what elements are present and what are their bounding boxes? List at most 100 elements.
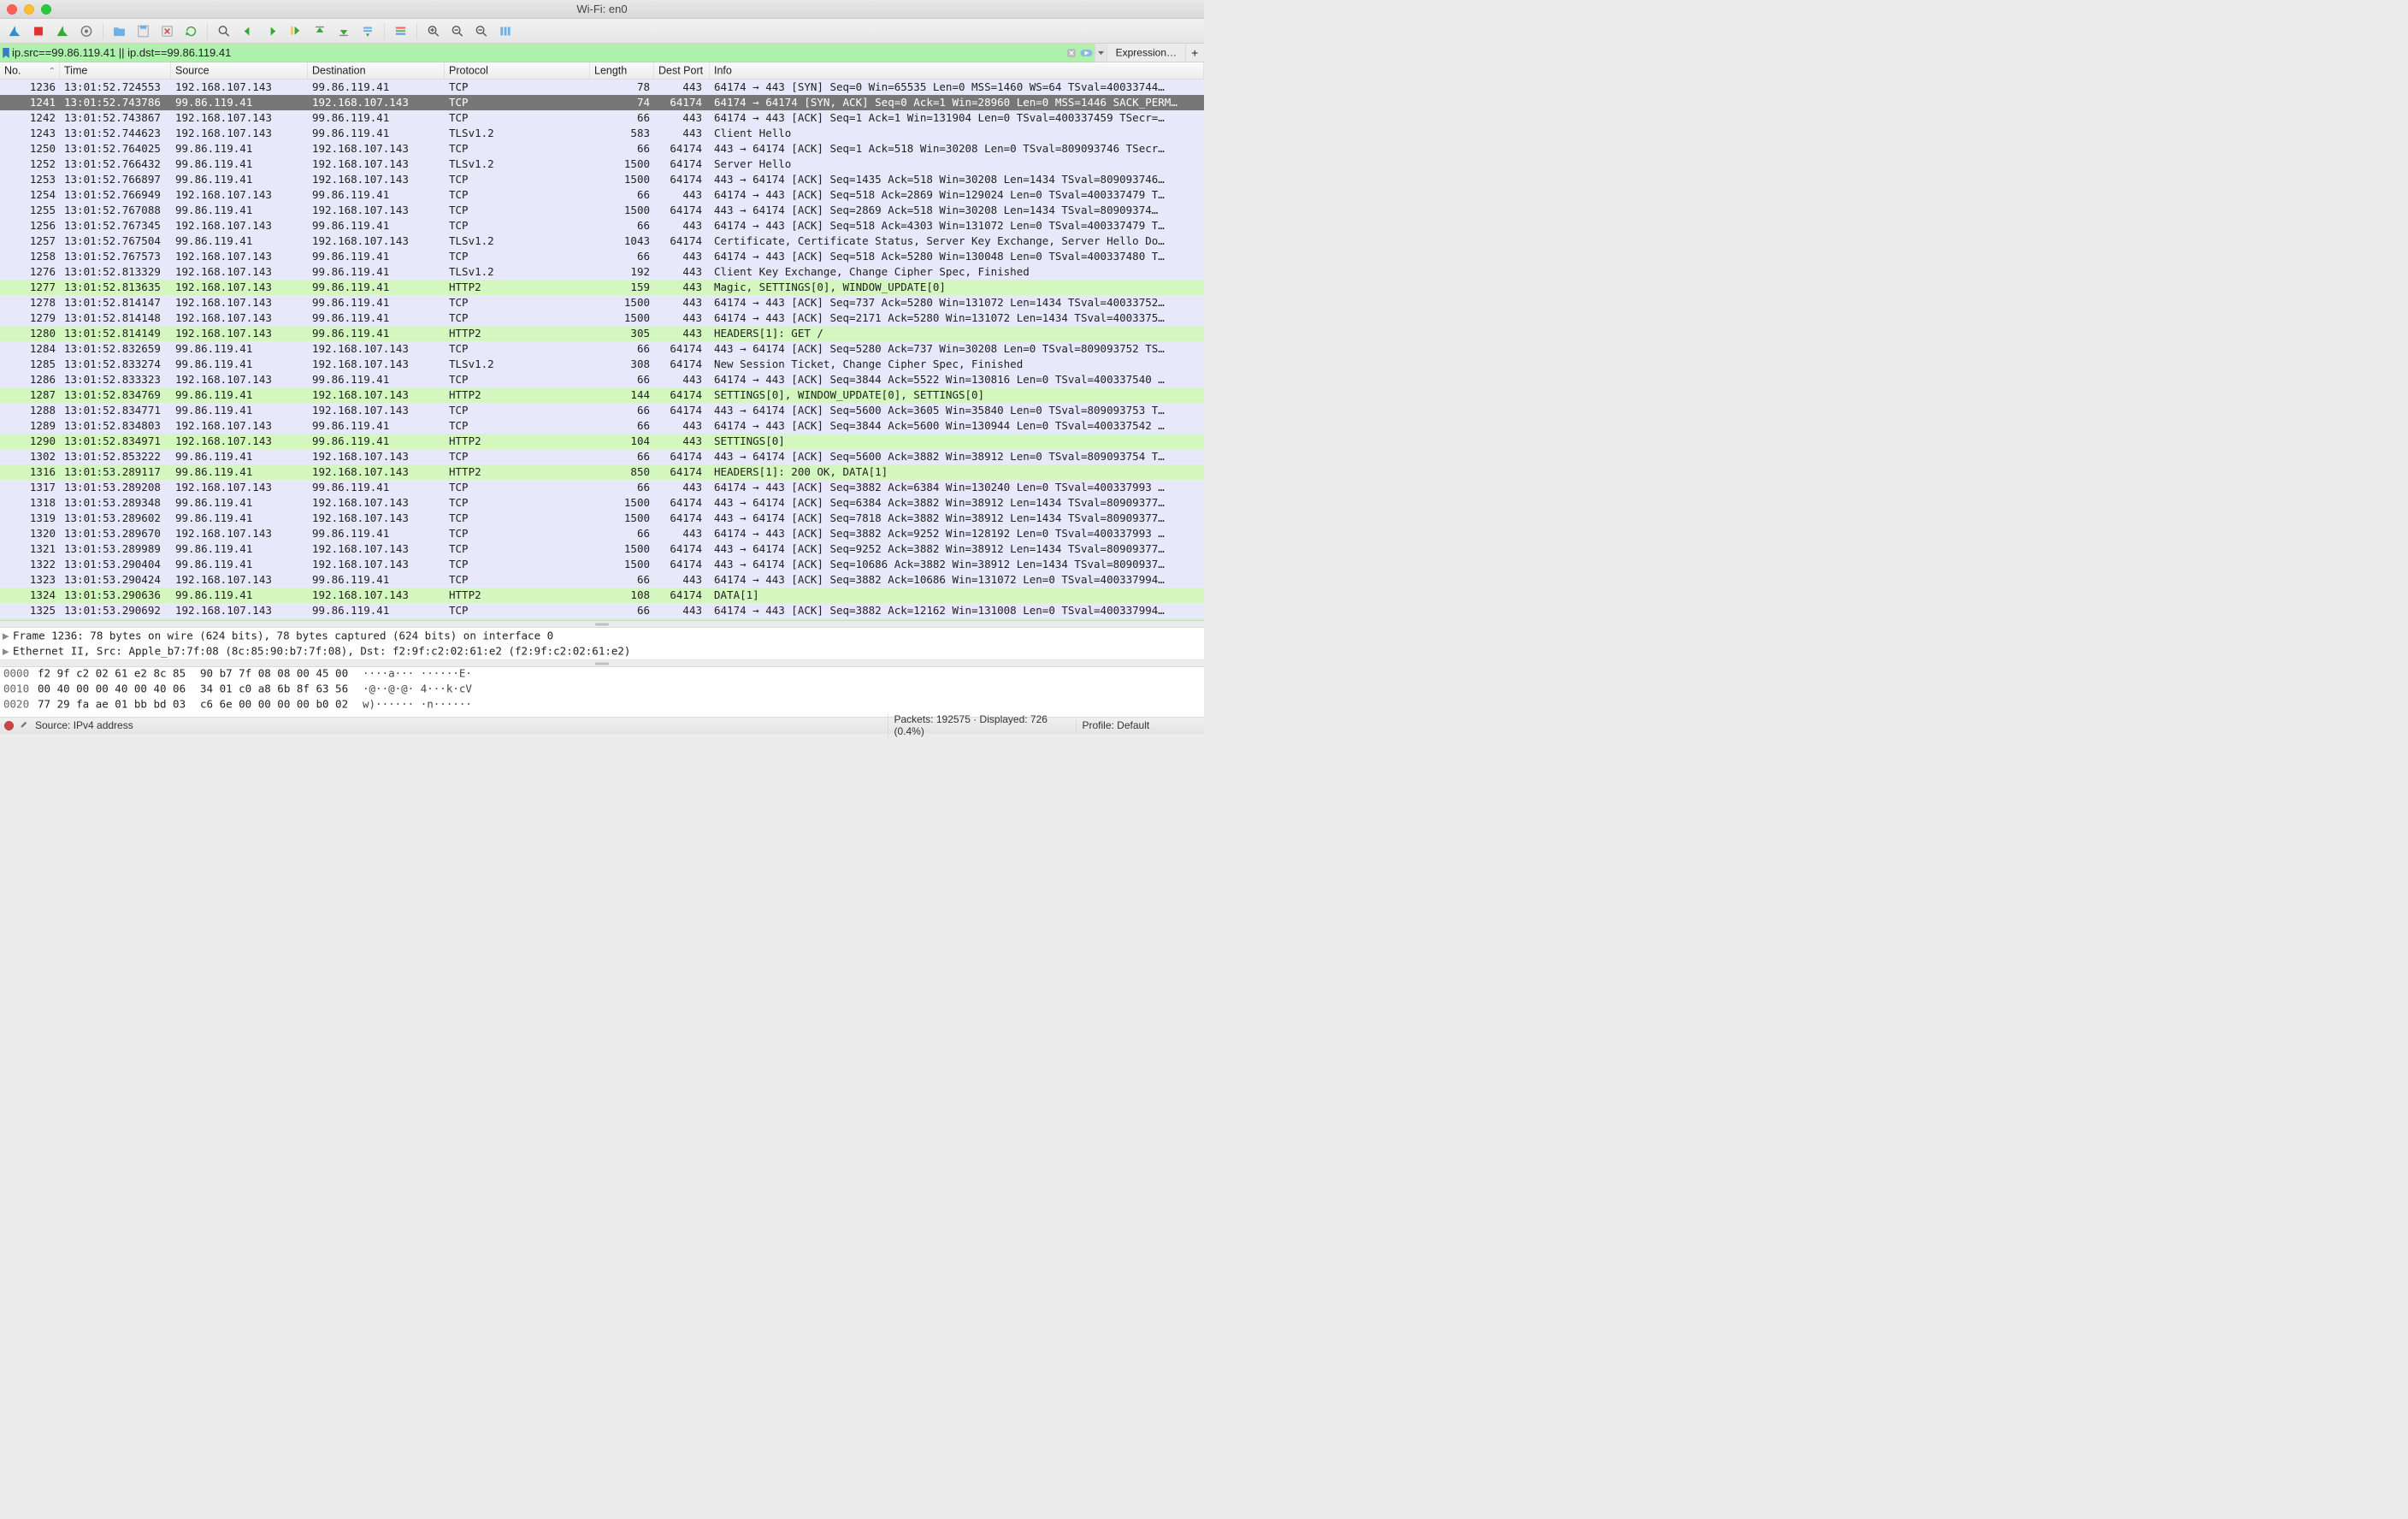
hex-line[interactable]: 002077 29 fa ae 01 bb bd 03c6 6e 00 00 0… [0,698,1204,713]
go-forward-button[interactable] [261,21,283,41]
packet-row[interactable]: 127713:01:52.813635192.168.107.14399.86.… [0,280,1204,295]
packet-list-pane[interactable]: 123613:01:52.724553192.168.107.14399.86.… [0,80,1204,621]
packet-row[interactable]: 125213:01:52.76643299.86.119.41192.168.1… [0,157,1204,172]
display-filter-input[interactable] [12,46,1064,60]
packet-row[interactable]: 124313:01:52.744623192.168.107.14399.86.… [0,126,1204,141]
filter-clear-button[interactable] [1064,48,1079,58]
status-profile[interactable]: Profile: Default [1076,719,1204,731]
packet-row[interactable]: 129013:01:52.834971192.168.107.14399.86.… [0,434,1204,449]
filter-bookmark-icon[interactable] [0,48,12,58]
column-header-length[interactable]: Length [590,62,654,80]
packet-row[interactable]: 125513:01:52.76708899.86.119.41192.168.1… [0,203,1204,218]
packet-row[interactable]: 128413:01:52.83265999.86.119.41192.168.1… [0,341,1204,357]
auto-scroll-button[interactable] [357,21,379,41]
cell-protocol: TCP [445,249,590,264]
packet-row[interactable]: 132113:01:53.28998999.86.119.41192.168.1… [0,541,1204,557]
expert-info-button[interactable] [4,721,14,730]
packet-row[interactable]: 128013:01:52.814149192.168.107.14399.86.… [0,326,1204,341]
packet-row[interactable]: 132313:01:53.290424192.168.107.14399.86.… [0,572,1204,588]
go-to-first-button[interactable] [309,21,331,41]
zoom-out-button[interactable] [446,21,469,41]
packet-row[interactable]: 132213:01:53.29040499.86.119.41192.168.1… [0,557,1204,572]
packet-row[interactable]: 132713:01:53.29173199.86.119.41192.168.1… [0,618,1204,621]
packet-row[interactable]: 128813:01:52.83477199.86.119.41192.168.1… [0,403,1204,418]
column-header-protocol[interactable]: Protocol [445,62,590,80]
capture-options-button[interactable] [75,21,97,41]
detail-row[interactable]: ▶Ethernet II, Src: Apple_b7:7f:08 (8c:85… [0,643,1204,659]
open-file-button[interactable] [109,21,131,41]
find-packet-button[interactable] [213,21,235,41]
hex-line[interactable]: 0000f2 9f c2 02 61 e2 8c 8590 b7 7f 08 0… [0,667,1204,683]
column-header-time[interactable]: Time [60,62,171,80]
packet-row[interactable]: 128513:01:52.83327499.86.119.41192.168.1… [0,357,1204,372]
disclosure-triangle-icon[interactable]: ▶ [3,629,10,642]
column-header-destination[interactable]: Destination [308,62,445,80]
packet-row[interactable]: 127913:01:52.814148192.168.107.14399.86.… [0,310,1204,326]
packet-row[interactable]: 132013:01:53.289670192.168.107.14399.86.… [0,526,1204,541]
packet-row[interactable]: 125713:01:52.76750499.86.119.41192.168.1… [0,233,1204,249]
edit-capture-comment-button[interactable] [20,719,29,732]
cell-time: 13:01:52.766897 [60,172,171,187]
packet-details-pane[interactable]: ▶Frame 1236: 78 bytes on wire (624 bits)… [0,628,1204,660]
packet-row[interactable]: 127613:01:52.813329192.168.107.14399.86.… [0,264,1204,280]
restart-capture-button[interactable] [51,21,74,41]
go-to-packet-button[interactable] [285,21,307,41]
packet-row[interactable]: 125613:01:52.767345192.168.107.14399.86.… [0,218,1204,233]
zoom-reset-button[interactable] [470,21,493,41]
close-window-button[interactable] [7,4,17,15]
packet-row[interactable]: 128713:01:52.83476999.86.119.41192.168.1… [0,387,1204,403]
resize-columns-button[interactable] [494,21,516,41]
close-file-button[interactable] [156,21,179,41]
go-to-last-button[interactable] [333,21,355,41]
column-header-source[interactable]: Source [171,62,308,80]
hex-line[interactable]: 001000 40 00 00 40 00 40 0634 01 c0 a8 6… [0,683,1204,698]
cell-destination: 192.168.107.143 [308,541,445,557]
filter-history-dropdown[interactable] [1095,44,1107,62]
packet-row[interactable]: 128913:01:52.834803192.168.107.14399.86.… [0,418,1204,434]
packet-row[interactable]: 125013:01:52.76402599.86.119.41192.168.1… [0,141,1204,157]
zoom-in-button[interactable] [422,21,445,41]
cell-length: 66 [590,110,654,126]
packet-row[interactable]: 128613:01:52.833323192.168.107.14399.86.… [0,372,1204,387]
cell-no: 1277 [0,280,60,295]
packet-row[interactable]: 125313:01:52.76689799.86.119.41192.168.1… [0,172,1204,187]
packet-row[interactable]: 131713:01:53.289208192.168.107.14399.86.… [0,480,1204,495]
packet-row[interactable]: 123613:01:52.724553192.168.107.14399.86.… [0,80,1204,95]
packet-row[interactable]: 131913:01:53.28960299.86.119.41192.168.1… [0,511,1204,526]
pane-splitter-2[interactable] [0,660,1204,667]
packet-list-header: No.⌃ Time Source Destination Protocol Le… [0,62,1204,80]
packet-row[interactable]: 125413:01:52.766949192.168.107.14399.86.… [0,187,1204,203]
pane-splitter-1[interactable] [0,621,1204,628]
packet-row[interactable]: 130213:01:52.85322299.86.119.41192.168.1… [0,449,1204,464]
disclosure-triangle-icon[interactable]: ▶ [3,645,10,658]
packet-bytes-pane[interactable]: 0000f2 9f c2 02 61 e2 8c 8590 b7 7f 08 0… [0,667,1204,717]
packet-row[interactable]: 132513:01:53.290692192.168.107.14399.86.… [0,603,1204,618]
filter-expression-button[interactable]: Expression… [1107,44,1185,62]
column-header-dest-port[interactable]: Dest Port [654,62,710,80]
packet-row[interactable]: 125813:01:52.767573192.168.107.14399.86.… [0,249,1204,264]
cell-length: 104 [590,434,654,449]
column-header-no[interactable]: No.⌃ [0,62,60,80]
colorize-button[interactable] [390,21,412,41]
cell-no: 1286 [0,372,60,387]
packet-row[interactable]: 131813:01:53.28934899.86.119.41192.168.1… [0,495,1204,511]
go-back-button[interactable] [237,21,259,41]
packet-row[interactable]: 124113:01:52.74378699.86.119.41192.168.1… [0,95,1204,110]
packet-row[interactable]: 132413:01:53.29063699.86.119.41192.168.1… [0,588,1204,603]
column-header-info[interactable]: Info [710,62,1204,80]
cell-info: 64174 → 443 [ACK] Seq=518 Ack=2869 Win=1… [710,187,1204,203]
packet-row[interactable]: 124213:01:52.743867192.168.107.14399.86.… [0,110,1204,126]
packet-row[interactable]: 131613:01:53.28911799.86.119.41192.168.1… [0,464,1204,480]
minimize-window-button[interactable] [24,4,34,15]
stop-capture-button[interactable] [27,21,50,41]
detail-row[interactable]: ▶Frame 1236: 78 bytes on wire (624 bits)… [0,628,1204,643]
cell-protocol: TCP [445,526,590,541]
reload-button[interactable] [180,21,203,41]
filter-apply-button[interactable] [1079,49,1095,57]
save-file-button[interactable] [133,21,155,41]
cell-no: 1290 [0,434,60,449]
filter-add-button[interactable]: + [1185,44,1204,62]
shark-fin-icon[interactable] [3,21,26,41]
packet-row[interactable]: 127813:01:52.814147192.168.107.14399.86.… [0,295,1204,310]
zoom-window-button[interactable] [41,4,51,15]
